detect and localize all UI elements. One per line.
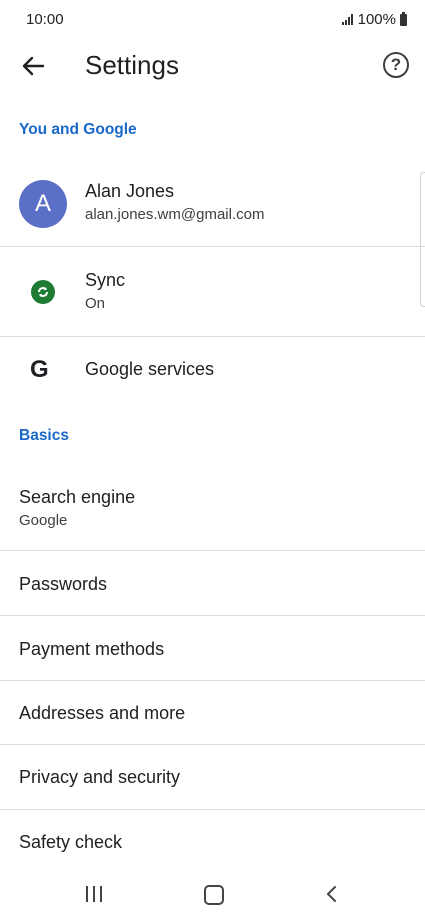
sync-row[interactable] xyxy=(0,247,425,336)
home-icon[interactable] xyxy=(204,885,224,905)
status-bar: 10:00 100% xyxy=(0,0,425,40)
back-nav-icon[interactable] xyxy=(322,884,342,904)
search-engine-text: Search engine Google xyxy=(19,487,135,529)
search-engine-label: Search engine xyxy=(19,487,136,507)
system-nav-bar xyxy=(0,866,425,922)
google-g-icon: G xyxy=(30,356,49,383)
status-time: 10:00 xyxy=(26,11,64,28)
account-name: Alan Jones xyxy=(85,181,175,201)
safety-check-label: Safety check xyxy=(19,832,123,852)
app-bar: Settings ? xyxy=(0,40,425,92)
arrow-left-icon[interactable] xyxy=(18,52,48,80)
sync-label: Sync xyxy=(85,270,126,290)
sync-icon xyxy=(31,280,55,304)
account-text: Alan Jones alan.jones.wm@gmail.com xyxy=(85,181,264,223)
help-icon[interactable]: ? xyxy=(383,52,409,78)
section-header-basics: Basics xyxy=(19,427,69,444)
battery-icon xyxy=(400,11,407,26)
status-right: 100% xyxy=(341,11,407,28)
sync-status: On xyxy=(85,295,106,312)
account-email: alan.jones.wm@gmail.com xyxy=(85,206,265,223)
payment-methods-label: Payment methods xyxy=(19,639,165,659)
section-header-you-and-google: You and Google xyxy=(19,121,137,138)
avatar: A xyxy=(19,180,67,228)
addresses-label: Addresses and more xyxy=(19,703,186,723)
privacy-label: Privacy and security xyxy=(19,767,181,787)
google-services-label: Google services xyxy=(85,359,215,379)
recents-icon[interactable] xyxy=(86,886,104,902)
signal-icon xyxy=(341,14,354,25)
passwords-label: Passwords xyxy=(19,574,108,594)
search-engine-value: Google xyxy=(19,512,68,529)
page-title: Settings xyxy=(85,50,179,80)
battery-percent: 100% xyxy=(357,11,396,28)
sync-text: Sync On xyxy=(85,270,125,312)
